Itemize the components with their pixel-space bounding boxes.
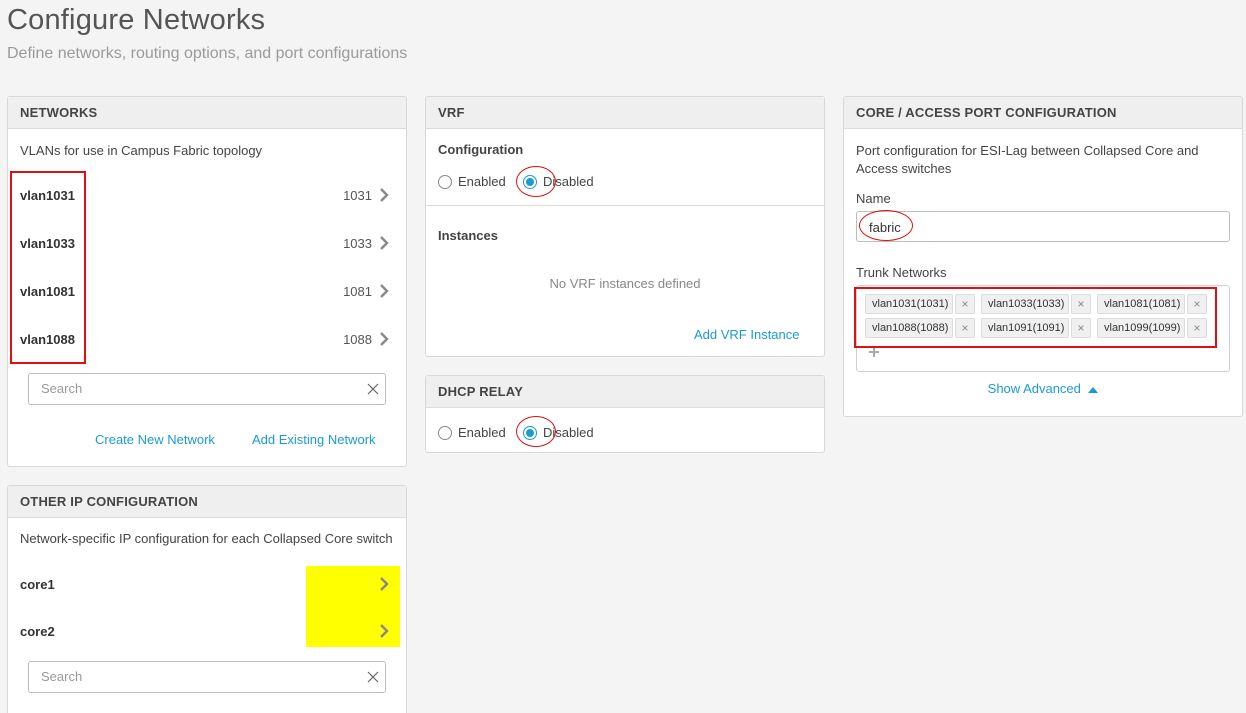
core-row[interactable]: core1 bbox=[8, 571, 406, 595]
chevron-right-icon[interactable] bbox=[376, 576, 392, 592]
other-ip-panel: OTHER IP CONFIGURATION Network-specific … bbox=[7, 485, 407, 713]
add-existing-network-link[interactable]: Add Existing Network bbox=[252, 432, 376, 447]
show-advanced-label: Show Advanced bbox=[987, 381, 1081, 396]
vrf-empty-text: No VRF instances defined bbox=[549, 276, 701, 291]
dhcp-enabled-label: Enabled bbox=[458, 425, 506, 440]
dhcp-enabled-radio[interactable] bbox=[438, 426, 452, 440]
chevron-right-icon[interactable] bbox=[376, 331, 392, 347]
other-ip-search[interactable] bbox=[28, 661, 386, 693]
dhcp-relay-header: DHCP RELAY bbox=[426, 376, 824, 408]
core-access-header: CORE / ACCESS PORT CONFIGURATION bbox=[844, 97, 1242, 129]
core-name: core1 bbox=[20, 577, 55, 592]
network-vlan-id: 1031 bbox=[343, 188, 372, 203]
name-label: Name bbox=[856, 191, 891, 206]
networks-header: NETWORKS bbox=[8, 97, 406, 129]
vrf-configuration-label: Configuration bbox=[438, 142, 524, 157]
chevron-right-icon[interactable] bbox=[376, 187, 392, 203]
clear-icon[interactable] bbox=[367, 383, 379, 395]
vrf-enabled-radio[interactable] bbox=[438, 175, 452, 189]
core-access-panel: CORE / ACCESS PORT CONFIGURATION Port co… bbox=[843, 96, 1243, 417]
clear-icon[interactable] bbox=[367, 671, 379, 683]
dhcp-relay-panel: DHCP RELAY Enabled Disabled bbox=[425, 375, 825, 453]
add-icon[interactable] bbox=[869, 347, 879, 357]
annotation-rect bbox=[854, 287, 1217, 348]
networks-panel: NETWORKS VLANs for use in Campus Fabric … bbox=[7, 96, 407, 467]
vrf-instances-label: Instances bbox=[438, 228, 498, 243]
chevron-right-icon[interactable] bbox=[376, 623, 392, 639]
vrf-enabled-label: Enabled bbox=[458, 174, 506, 189]
annotation-oval bbox=[516, 416, 556, 447]
other-ip-search-input[interactable] bbox=[41, 669, 341, 684]
vrf-panel: VRF Configuration Enabled Disabled Insta… bbox=[425, 96, 825, 357]
network-vlan-id: 1081 bbox=[343, 284, 372, 299]
core-name: core2 bbox=[20, 624, 55, 639]
caret-up-icon bbox=[1088, 387, 1099, 393]
annotation-oval bbox=[859, 210, 913, 241]
networks-description: VLANs for use in Campus Fabric topology bbox=[20, 143, 263, 158]
page-title: Configure Networks bbox=[7, 4, 266, 36]
add-vrf-instance-link[interactable]: Add VRF Instance bbox=[694, 327, 800, 342]
page-subtitle: Define networks, routing options, and po… bbox=[7, 45, 408, 62]
create-new-network-link[interactable]: Create New Network bbox=[95, 432, 215, 447]
other-ip-header: OTHER IP CONFIGURATION bbox=[8, 486, 406, 518]
chevron-right-icon[interactable] bbox=[376, 283, 392, 299]
network-vlan-id: 1033 bbox=[343, 236, 372, 251]
network-vlan-id: 1088 bbox=[343, 332, 372, 347]
networks-search[interactable] bbox=[28, 373, 386, 405]
core-access-description: Port configuration for ESI-Lag between C… bbox=[856, 143, 1199, 176]
vrf-divider bbox=[426, 205, 824, 206]
other-ip-description: Network-specific IP configuration for ea… bbox=[20, 531, 393, 546]
vrf-header: VRF bbox=[426, 97, 824, 129]
networks-search-input[interactable] bbox=[41, 381, 341, 396]
annotation-oval bbox=[516, 166, 556, 197]
trunk-networks-label: Trunk Networks bbox=[856, 265, 947, 280]
annotation-rect bbox=[10, 171, 86, 364]
chevron-right-icon[interactable] bbox=[376, 235, 392, 251]
core-row[interactable]: core2 bbox=[8, 618, 406, 642]
show-advanced-toggle[interactable]: Show Advanced bbox=[844, 380, 1242, 398]
